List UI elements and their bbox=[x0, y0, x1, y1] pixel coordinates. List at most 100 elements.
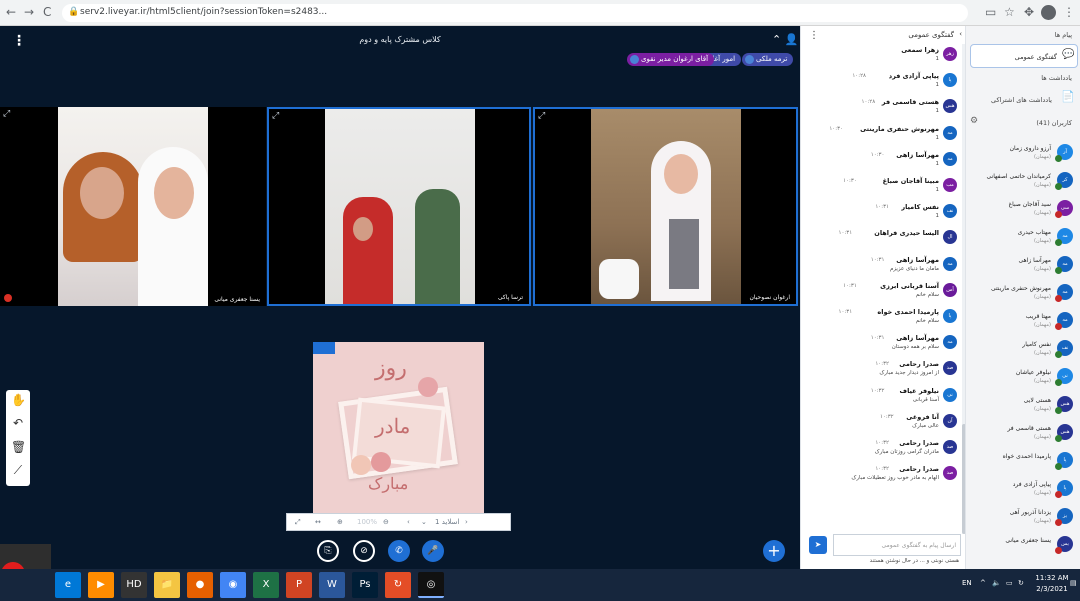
phone-button[interactable]: ✆ bbox=[388, 540, 410, 562]
sync-icon[interactable]: ↻ bbox=[1018, 579, 1024, 587]
firefox-icon[interactable]: ● bbox=[187, 572, 213, 598]
toggle-userlist-icon[interactable]: ⌃ 👤 bbox=[772, 33, 798, 46]
avatar: هس bbox=[943, 99, 957, 114]
participant-item[interactable]: یز یزدانا آذربور آهی (مهمان) bbox=[966, 506, 1080, 530]
participant-item[interactable]: مه مهرنوش حنفری مارینتی (مهمان) bbox=[966, 282, 1080, 306]
participant-item[interactable]: آر آرزو داروی زمان (مهمان) bbox=[966, 142, 1080, 166]
rose-icon bbox=[418, 377, 438, 397]
message-text: الهام به مادر خوب روز تعطیلات مبارک bbox=[851, 475, 939, 482]
system-clock[interactable]: 11:32 AM 2/3/2021 bbox=[1032, 573, 1072, 595]
avatar: هس bbox=[1055, 424, 1073, 442]
profile-icon[interactable] bbox=[1041, 5, 1056, 20]
mic-dot-icon bbox=[745, 55, 754, 64]
share-screen-button[interactable]: ⎘ bbox=[317, 540, 339, 562]
undo-icon[interactable]: ↶ bbox=[11, 416, 25, 430]
back-icon[interactable]: ← bbox=[6, 5, 16, 19]
hand-icon[interactable]: ✋ bbox=[11, 393, 26, 407]
participant-item[interactable]: کر کرمیاندان حاتمی اصفهانی (مهمان) bbox=[966, 170, 1080, 194]
settings-gear-icon[interactable]: ⚙ bbox=[970, 116, 978, 126]
participant-item[interactable]: مه مهتا قریب (مهمان) bbox=[966, 310, 1080, 334]
expand-icon[interactable]: ⤢ bbox=[3, 109, 10, 119]
participant-item[interactable]: نی نیلوفر عیاشان (مهمان) bbox=[966, 366, 1080, 390]
camera-app-icon[interactable]: ◎ bbox=[418, 572, 444, 598]
slide-label[interactable]: اسلاید 1 bbox=[435, 518, 459, 526]
message-time: ۱۰:۳۰ bbox=[843, 178, 857, 184]
zoom-in-icon[interactable]: ⊕ bbox=[337, 518, 343, 526]
excel-icon[interactable]: X bbox=[253, 572, 279, 598]
chart-icon[interactable]: ⟋ bbox=[11, 463, 25, 478]
expand-icon[interactable]: ⤢ bbox=[538, 111, 545, 121]
fit-icon[interactable]: ⤢ bbox=[295, 518, 301, 527]
participant-item[interactable]: یس یسنا جعفری میانی bbox=[966, 534, 1080, 558]
network-icon[interactable]: ▭ bbox=[1006, 579, 1013, 587]
status-icon bbox=[1055, 407, 1062, 414]
actions-plus-button[interactable]: + bbox=[763, 540, 785, 562]
video-editor-icon[interactable]: HD bbox=[121, 572, 147, 598]
participant-item[interactable]: مه مهرآسا زاهی (مهمان) bbox=[966, 254, 1080, 278]
message-time: ۱۰:۳۲ bbox=[875, 440, 889, 446]
avatar: نی bbox=[943, 387, 957, 402]
avatar: سی bbox=[1055, 200, 1073, 218]
message-time: ۱۰:۳۰ bbox=[870, 151, 885, 158]
status-icon bbox=[1055, 155, 1062, 162]
avatar: آس bbox=[943, 282, 957, 297]
zoom-out-icon[interactable]: ⊖ bbox=[383, 518, 389, 526]
video-tile[interactable]: ⤢ ارغوان نصوحیان bbox=[533, 107, 798, 306]
participant-name: نفس کامیار bbox=[1022, 341, 1051, 348]
camera-button[interactable]: ⊘ bbox=[353, 540, 375, 562]
mic-button[interactable]: 🎤 bbox=[422, 540, 444, 562]
message-text: 1 bbox=[935, 187, 940, 193]
word-icon[interactable]: W bbox=[319, 572, 345, 598]
message-text: سلام بر همه دوستان bbox=[891, 344, 939, 351]
video-tile[interactable]: ⤢ یسنا جعفری میانی bbox=[0, 107, 266, 306]
participant-item[interactable]: پا پیاپی آزادی فرد (مهمان) bbox=[966, 478, 1080, 502]
chrome-icon[interactable]: ◉ bbox=[220, 572, 246, 598]
chat-title: گفتگوی عمومی bbox=[908, 31, 954, 39]
powerpoint-icon[interactable]: P bbox=[286, 572, 312, 598]
forward-icon[interactable]: → bbox=[24, 5, 34, 19]
tray-chevron-icon[interactable]: ^ bbox=[980, 579, 986, 587]
participant-item[interactable]: هس هستی قاسمی فر (مهمان) bbox=[966, 422, 1080, 446]
slide-dropdown-icon[interactable]: ⌄ bbox=[421, 518, 427, 526]
participant-item[interactable]: پا پارمیدا احمدی خواه bbox=[966, 450, 1080, 474]
recorder-icon[interactable]: ↻ bbox=[385, 572, 411, 598]
address-bar[interactable]: 🔒 serv2.liveyar.ir/html5client/join?sess… bbox=[62, 4, 968, 22]
meeting-title: کلاس مشترک پایه و دوم bbox=[359, 35, 441, 44]
delete-icon[interactable]: 🗑 bbox=[11, 440, 26, 454]
expand-icon[interactable]: ⤢ bbox=[272, 111, 279, 121]
menu-icon[interactable]: ⋮ bbox=[1063, 5, 1075, 19]
photoshop-icon[interactable]: Ps bbox=[352, 572, 378, 598]
close-chat-icon[interactable]: ‹ bbox=[959, 30, 962, 38]
shared-notes-item[interactable]: یادداشت های اشتراکی bbox=[991, 96, 1052, 104]
options-menu-icon[interactable]: ⋮ bbox=[12, 33, 26, 49]
next-slide-icon[interactable]: ‹ bbox=[407, 518, 410, 526]
avatar: کر bbox=[1055, 172, 1073, 190]
fit-width-icon[interactable]: ↔ bbox=[315, 518, 321, 526]
volume-icon[interactable]: 🔈 bbox=[992, 579, 1001, 587]
prev-slide-icon[interactable]: › bbox=[465, 518, 468, 526]
participant-item[interactable]: هس هستی لایی (مهمان) bbox=[966, 394, 1080, 418]
status-icon bbox=[1055, 519, 1062, 526]
participant-item[interactable]: مه مهتاب حیدری (مهمان) bbox=[966, 226, 1080, 250]
cast-icon[interactable]: ▭ bbox=[985, 5, 996, 19]
participant-item[interactable]: سی سید آقاجان صباغ (مهمان) bbox=[966, 198, 1080, 222]
video-tile[interactable]: ⤢ ترسا پاکی bbox=[267, 107, 531, 306]
presentation-slide[interactable]: روز مادر مبارک bbox=[313, 342, 484, 514]
chat-input[interactable]: ارسال پیام به گفتگوی عمومی bbox=[833, 534, 961, 556]
chat-options-icon[interactable]: ⋮ bbox=[809, 30, 819, 41]
language-indicator[interactable]: EN bbox=[962, 579, 972, 587]
participant-item[interactable]: نف نفس کامیار (مهمان) bbox=[966, 338, 1080, 362]
send-icon[interactable]: ➤ bbox=[809, 536, 827, 554]
extension-icon[interactable]: ✥ bbox=[1024, 5, 1034, 19]
file-explorer-icon[interactable]: 📁 bbox=[154, 572, 180, 598]
media-player-icon[interactable]: ▶ bbox=[88, 572, 114, 598]
avatar: یز bbox=[1055, 508, 1073, 526]
avatar: آر bbox=[1055, 144, 1073, 162]
status-icon bbox=[1055, 491, 1062, 498]
message-text: 1 bbox=[935, 56, 940, 62]
star-icon[interactable]: ☆ bbox=[1004, 5, 1015, 19]
message-author: مهرآسا زاهی bbox=[896, 334, 939, 343]
reload-icon[interactable]: C bbox=[43, 5, 51, 19]
notification-icon[interactable]: ▤ bbox=[1070, 579, 1077, 587]
edge-icon[interactable]: e bbox=[55, 572, 81, 598]
